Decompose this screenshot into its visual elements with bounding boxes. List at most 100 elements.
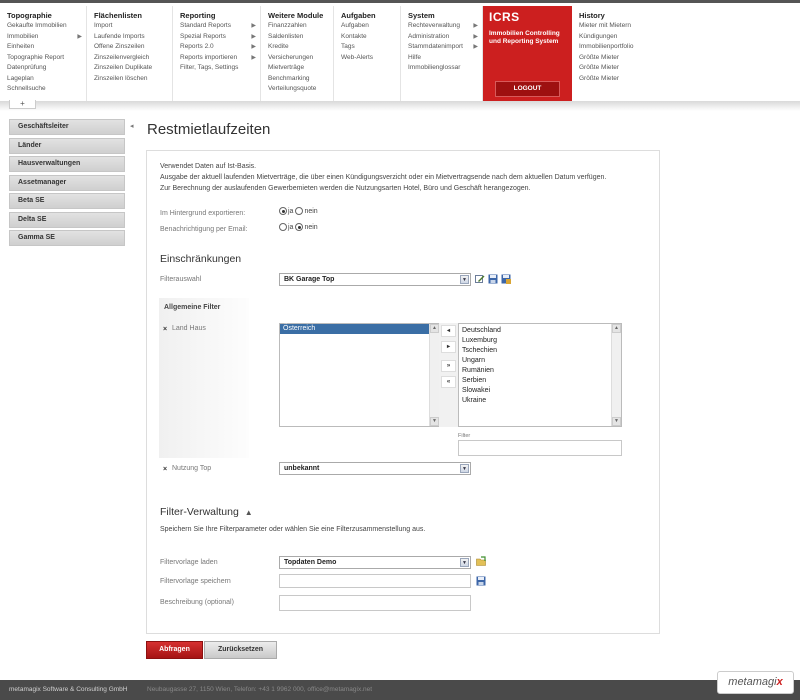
- remove-filter-icon[interactable]: ×: [163, 466, 167, 473]
- move-right-button[interactable]: ▸: [441, 341, 456, 353]
- footer-contact[interactable]: Neubaugasse 27, 1150 Wien, Telefon: +43 …: [147, 686, 372, 693]
- list-item[interactable]: Serbien: [459, 376, 621, 386]
- list-item[interactable]: Rumänien: [459, 366, 621, 376]
- menu-item[interactable]: Offene Zinszeilen: [94, 42, 172, 53]
- scrollbar[interactable]: ▲ ▼: [611, 324, 621, 426]
- list-item[interactable]: Slowakei: [459, 386, 621, 396]
- menu-item[interactable]: Kündigungen: [579, 32, 658, 43]
- menu-heading[interactable]: System: [408, 10, 482, 21]
- save-filter-icon[interactable]: [488, 274, 498, 284]
- save-template-icon[interactable]: [476, 576, 486, 586]
- menu-item-with-submenu[interactable]: Standard Reports ▶: [180, 21, 260, 32]
- menu-item[interactable]: Zinszeilenvergleich: [94, 53, 172, 64]
- menu-item[interactable]: Web-Alerts: [341, 53, 400, 64]
- sidebar-item-hausverwaltungen[interactable]: Hausverwaltungen: [9, 156, 125, 172]
- list-item[interactable]: Ungarn: [459, 356, 621, 366]
- menu-item[interactable]: Import: [94, 21, 172, 32]
- menu-item[interactable]: Verteilungsquote: [268, 84, 333, 95]
- notify-radio-nein[interactable]: [295, 223, 304, 231]
- menu-item[interactable]: Gekaufte Immobilien: [7, 21, 86, 32]
- edit-filter-icon[interactable]: [475, 274, 485, 284]
- menu-item-with-submenu[interactable]: Rechteverwaltung ▶: [408, 21, 482, 32]
- menu-item[interactable]: Zinszeilen löschen: [94, 74, 172, 85]
- menu-item[interactable]: Kredite: [268, 42, 333, 53]
- menu-item[interactable]: Benchmarking: [268, 74, 333, 85]
- move-left-button[interactable]: ◂: [441, 325, 456, 337]
- menu-item-with-submenu[interactable]: Reports 2.0 ▶: [180, 42, 260, 53]
- menu-item[interactable]: Immobilienglossar: [408, 63, 482, 74]
- sidebar-item-geschaeftsleiter[interactable]: Geschäftsleiter: [9, 119, 125, 135]
- menu-heading[interactable]: Reporting: [180, 10, 260, 21]
- load-template-icon[interactable]: [476, 556, 486, 566]
- move-all-right-button[interactable]: »: [441, 360, 456, 372]
- menu-item-with-submenu[interactable]: Spezial Reports ▶: [180, 32, 260, 43]
- sidebar-item-beta-se[interactable]: Beta SE: [9, 193, 125, 209]
- menu-item[interactable]: Zinszeilen Duplikate: [94, 63, 172, 74]
- menu-item[interactable]: Einheiten: [7, 42, 86, 53]
- sidebar-item-delta-se[interactable]: Delta SE: [9, 211, 125, 228]
- menu-item-with-submenu[interactable]: Administration ▶: [408, 32, 482, 43]
- menu-item[interactable]: Hilfe: [408, 53, 482, 64]
- scroll-up-icon[interactable]: ▲: [430, 324, 439, 333]
- menu-item[interactable]: Kontakte: [341, 32, 400, 43]
- menu-heading[interactable]: Weitere Module: [268, 10, 333, 21]
- reset-button[interactable]: Zurücksetzen: [204, 641, 277, 659]
- list-item[interactable]: Luxemburg: [459, 336, 621, 346]
- menu-item[interactable]: Größte Mieter: [579, 53, 658, 64]
- scroll-down-icon[interactable]: ▼: [430, 417, 439, 426]
- menu-heading[interactable]: Topographie: [7, 10, 86, 21]
- menu-heading[interactable]: Aufgaben: [341, 10, 400, 21]
- export-radio-nein[interactable]: [295, 207, 304, 215]
- filter-select[interactable]: BK Garage Top ▼: [279, 273, 471, 286]
- sidebar-item-laender[interactable]: Länder: [9, 137, 125, 154]
- list-item[interactable]: Österreich: [280, 324, 439, 334]
- menu-item[interactable]: Topographie Report: [7, 53, 86, 64]
- sidebar-item-gamma-se[interactable]: Gamma SE: [9, 230, 125, 246]
- nutzung-select[interactable]: unbekannt ▼: [279, 462, 471, 475]
- menu-item[interactable]: Mieter mit Mietern: [579, 21, 658, 32]
- filter-search-input[interactable]: [458, 440, 622, 456]
- land-selected-list[interactable]: Österreich ▲ ▼: [279, 323, 440, 427]
- list-item[interactable]: Deutschland: [459, 326, 621, 336]
- menu-heading[interactable]: Flächenlisten: [94, 10, 172, 21]
- menu-item[interactable]: Versicherungen: [268, 53, 333, 64]
- menu-item[interactable]: Mietverträge: [268, 63, 333, 74]
- save-as-filter-icon[interactable]: [501, 274, 511, 284]
- remove-filter-icon[interactable]: ×: [163, 326, 167, 333]
- sidebar-item-assetmanager[interactable]: Assetmanager: [9, 174, 125, 191]
- move-all-left-button[interactable]: «: [441, 376, 456, 388]
- menu-item[interactable]: Aufgaben: [341, 21, 400, 32]
- menu-item-label: Spezial Reports: [180, 32, 226, 40]
- menu-heading[interactable]: History: [579, 10, 658, 21]
- menu-item[interactable]: Filter, Tags, Settings: [180, 63, 260, 74]
- list-item[interactable]: Ukraine: [459, 396, 621, 406]
- menu-item[interactable]: Lageplan: [7, 74, 86, 85]
- scroll-up-icon[interactable]: ▲: [612, 324, 621, 333]
- scroll-down-icon[interactable]: ▼: [612, 417, 621, 426]
- menu-toggle-button[interactable]: +: [9, 100, 36, 109]
- list-item[interactable]: Tschechien: [459, 346, 621, 356]
- menu-item[interactable]: Schnellsuche: [7, 84, 86, 95]
- menu-item-with-submenu[interactable]: Immobilien ▶: [7, 32, 86, 43]
- menu-item-with-submenu[interactable]: Reports importieren ▶: [180, 53, 260, 64]
- menu-item[interactable]: Immobilienportfolio: [579, 42, 658, 53]
- template-save-input[interactable]: [279, 574, 471, 588]
- menu-item[interactable]: Laufende Imports: [94, 32, 172, 43]
- land-available-list[interactable]: Deutschland Luxemburg Tschechien Ungarn …: [458, 323, 622, 427]
- description-input[interactable]: [279, 595, 471, 611]
- export-radio-ja[interactable]: [279, 207, 287, 215]
- menu-item[interactable]: Datenprüfung: [7, 63, 86, 74]
- menu-item[interactable]: Größte Mieter: [579, 74, 658, 85]
- menu-item-with-submenu[interactable]: Stammdatenimport ▶: [408, 42, 482, 53]
- collapse-up-icon[interactable]: ▲: [245, 508, 253, 517]
- logout-button[interactable]: LOGOUT: [495, 81, 560, 97]
- notify-radio-ja[interactable]: [279, 223, 287, 231]
- query-button[interactable]: Abfragen: [146, 641, 203, 659]
- menu-item[interactable]: Saldenlisten: [268, 32, 333, 43]
- menu-item[interactable]: Finanzzahlen: [268, 21, 333, 32]
- scrollbar[interactable]: ▲ ▼: [429, 324, 439, 426]
- menu-item[interactable]: Größte Mieter: [579, 63, 658, 74]
- template-load-select[interactable]: Topdaten Demo ▼: [279, 556, 471, 569]
- sidebar-collapse-icon[interactable]: ◂: [130, 122, 134, 130]
- menu-item[interactable]: Tags: [341, 42, 400, 53]
